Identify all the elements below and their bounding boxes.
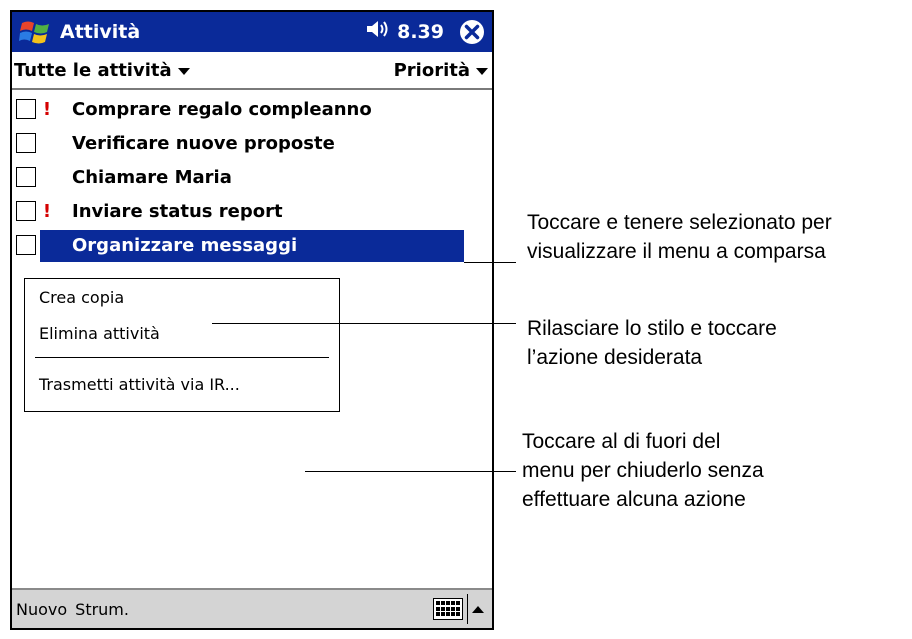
sort-dropdown[interactable]: Priorità (394, 60, 488, 81)
context-menu: Crea copia Elimina attività Trasmetti at… (24, 278, 340, 412)
task-label: Verificare nuove proposte (72, 132, 335, 154)
callout-line-tap-outside (305, 471, 516, 472)
title-bar: Attività 8.39 (12, 12, 492, 52)
task-row[interactable]: ! Comprare regalo compleanno (12, 92, 492, 126)
menu-separator (35, 357, 329, 358)
windows-flag-icon (19, 21, 49, 44)
app-title: Attività (60, 21, 141, 43)
close-circle-icon[interactable] (458, 18, 486, 46)
task-checkbox[interactable] (16, 133, 36, 153)
task-checkbox[interactable] (16, 201, 36, 221)
task-row-selected[interactable]: Organizzare messaggi (12, 228, 492, 262)
input-divider (467, 594, 468, 624)
priority-mark: ! (42, 98, 52, 120)
task-label: Comprare regalo compleanno (72, 98, 372, 120)
task-checkbox[interactable] (16, 167, 36, 187)
callout-release: Rilasciare lo stilo e toccare l’azione d… (527, 317, 777, 369)
category-filter-label: Tutte le attività (14, 59, 172, 81)
callout-tap-outside: Toccare al di fuori del menu per chiuder… (522, 430, 764, 511)
callout-line-tap-hold (464, 262, 516, 263)
chevron-down-icon (476, 68, 488, 75)
speaker-icon[interactable] (365, 18, 391, 46)
category-filter-dropdown[interactable]: Tutte le attività (14, 60, 190, 81)
task-label: Inviare status report (72, 200, 283, 222)
clock[interactable]: 8.39 (397, 21, 444, 43)
bottom-menu-bar: Nuovo Strum. (12, 588, 492, 628)
pocket-pc-screen: Attività 8.39 Tutte le attività Priorità… (10, 10, 494, 630)
menu-item-copy[interactable]: Crea copia (25, 279, 339, 315)
menu-item-delete[interactable]: Elimina attività (25, 315, 339, 351)
filter-bar: Tutte le attività Priorità (12, 52, 492, 90)
keyboard-icon[interactable] (433, 598, 463, 620)
chevron-up-icon[interactable] (472, 605, 484, 613)
task-row[interactable]: ! Inviare status report (12, 194, 492, 228)
task-checkbox[interactable] (16, 235, 36, 255)
priority-mark: ! (42, 200, 52, 222)
menu-item-beam[interactable]: Trasmetti attività via IR... (25, 366, 339, 402)
task-label: Organizzare messaggi (72, 234, 298, 256)
callout-line-release (212, 323, 516, 324)
task-checkbox[interactable] (16, 99, 36, 119)
callout-tap-hold: Toccare e tenere selezionato per visuali… (527, 211, 832, 263)
start-button[interactable] (12, 12, 60, 52)
new-menu[interactable]: Nuovo (12, 600, 71, 619)
tools-menu[interactable]: Strum. (71, 600, 133, 619)
chevron-down-icon (177, 68, 190, 75)
task-row[interactable]: Verificare nuove proposte (12, 126, 492, 160)
sort-label: Priorità (393, 59, 470, 81)
task-label: Chiamare Maria (72, 166, 232, 188)
task-row[interactable]: Chiamare Maria (12, 160, 492, 194)
task-list: ! Comprare regalo compleanno Verificare … (12, 92, 492, 262)
